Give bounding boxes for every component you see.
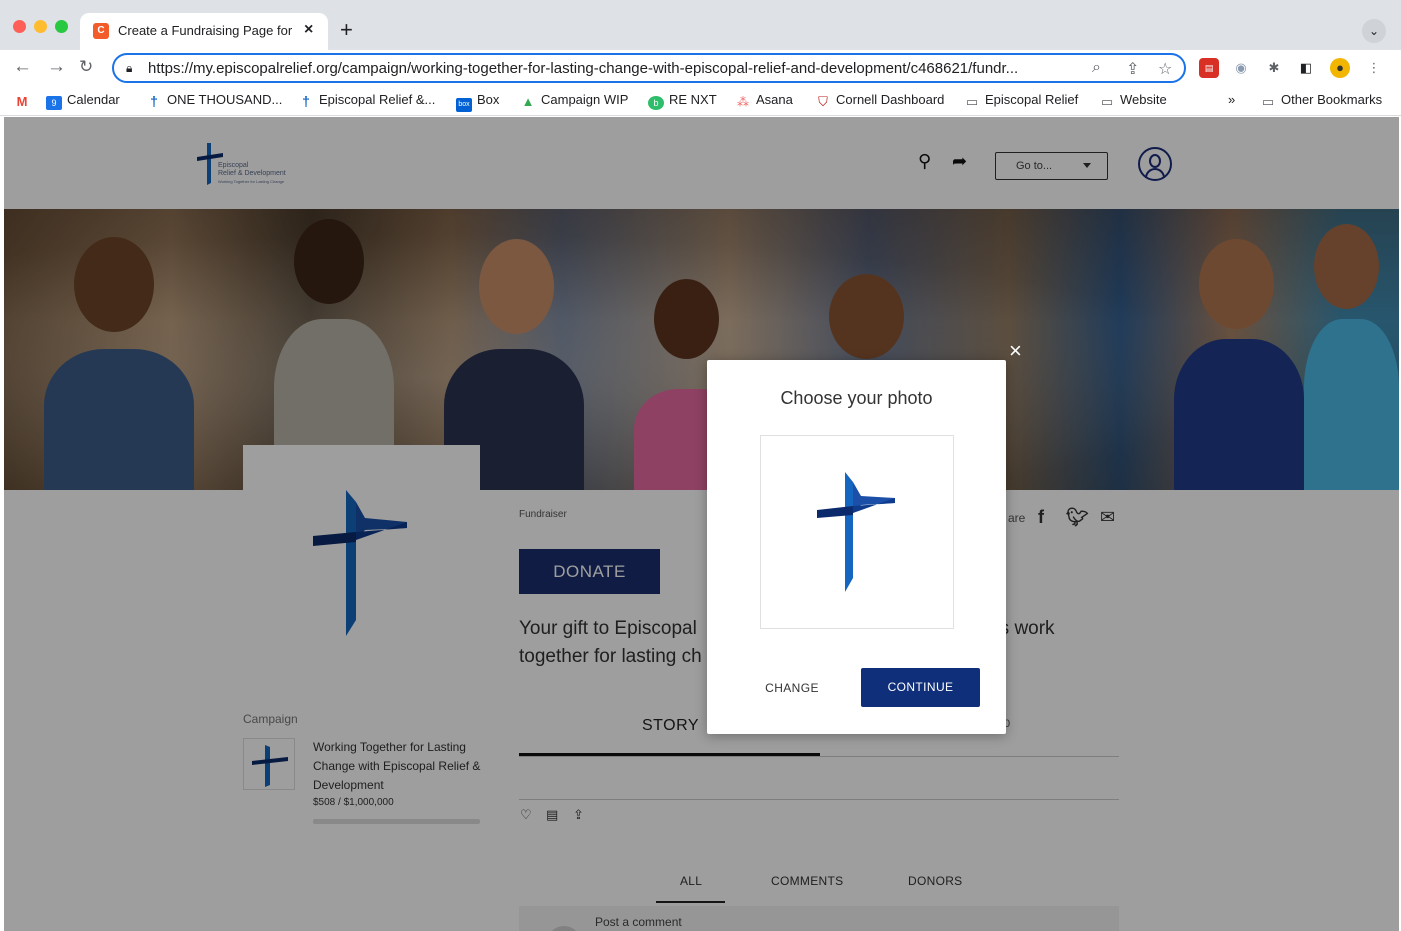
bookmark-folder-episcopal-relief[interactable]: ▭ Episcopal Relief (964, 92, 1078, 109)
modal-title: Choose your photo (780, 388, 933, 408)
bookmark-asana[interactable]: ⁂ Asana (735, 92, 793, 109)
url-text[interactable]: https://my.episcopalrelief.org/campaign/… (148, 60, 1083, 77)
page-viewport: Episcopal Relief & Development Working T… (4, 117, 1399, 931)
bookmarks-bar: M 9 Calendar † ONE THOUSAND... † Episcopal … (0, 86, 1401, 116)
drive-icon: ▲ (521, 94, 535, 109)
bookmark-campaign-wip[interactable]: ▲ Campaign WIP (520, 92, 629, 109)
folder-icon: ▭ (1100, 94, 1114, 109)
forward-arrow-icon[interactable]: → (47, 56, 66, 78)
tab-favicon-icon: C (93, 23, 109, 39)
cross-icon: † (150, 93, 158, 109)
bookmark-gmail[interactable]: M (14, 92, 35, 109)
profile-avatar-icon[interactable]: ● (1330, 58, 1350, 78)
other-bookmarks-folder[interactable]: ▭ Other Bookmarks (1260, 92, 1382, 109)
reload-icon[interactable]: ↻ (79, 57, 93, 77)
address-bar[interactable]: 🔒︎ https://my.episcopalrelief.org/campai… (112, 53, 1186, 83)
cross-icon: † (302, 93, 310, 109)
side-panel-icon[interactable]: ◧ (1296, 58, 1316, 78)
extensions-puzzle-icon[interactable]: ✱ (1264, 58, 1284, 78)
modal-backdrop[interactable] (4, 117, 1399, 931)
bookmark-folder-website[interactable]: ▭ Website (1099, 92, 1167, 109)
lock-icon: 🔒︎ (126, 61, 133, 75)
asana-icon: ⁂ (737, 95, 749, 109)
bookmark-re-nxt[interactable]: b RE NXT (648, 92, 717, 110)
grammarly-extension-icon[interactable]: ◉ (1231, 58, 1251, 78)
folder-icon: ▭ (965, 94, 979, 109)
tab-title: Create a Fundraising Page for … (118, 23, 293, 38)
shield-icon: ⛉ (818, 94, 828, 109)
share-page-icon[interactable]: ⇪ (1126, 59, 1139, 79)
box-icon: box (456, 98, 472, 112)
more-bookmarks-button[interactable]: » (1228, 92, 1235, 107)
browser-tab-active[interactable]: C Create a Fundraising Page for … × (80, 13, 328, 50)
minimize-window-button[interactable] (34, 20, 47, 33)
new-tab-button[interactable]: + (340, 19, 353, 41)
zoom-icon[interactable]: ⌕ (1092, 59, 1101, 77)
tab-search-chevron-icon[interactable]: ⌄ (1362, 19, 1386, 43)
bookmark-box[interactable]: box Box (456, 92, 499, 112)
browser-toolbar: ← → ↻ 🔒︎ https://my.episcopalrelief.org/… (0, 50, 1401, 86)
folder-icon: ▭ (1261, 94, 1275, 109)
bookmark-episcopal-relief-page[interactable]: † Episcopal Relief &... (298, 92, 435, 108)
bookmark-star-icon[interactable]: ☆ (1158, 59, 1172, 79)
choose-photo-modal: Choose your photo CHANGE CONTINUE (707, 360, 1006, 734)
cross-logo-icon (817, 472, 895, 592)
calendar-icon: 9 (46, 96, 62, 110)
tab-strip: C Create a Fundraising Page for … × + ⌄ (0, 0, 1401, 50)
close-icon[interactable]: × (1009, 340, 1022, 362)
calendar-extension-icon[interactable]: ▤ (1199, 58, 1219, 78)
browser-menu-icon[interactable]: ⋮ (1364, 58, 1384, 78)
bookmark-cornell-dashboard[interactable]: ⛉ Cornell Dashboard (815, 92, 944, 109)
bookmark-calendar[interactable]: 9 Calendar (46, 92, 120, 110)
change-photo-button[interactable]: CHANGE (756, 678, 828, 698)
continue-button[interactable]: CONTINUE (861, 668, 980, 707)
maximize-window-button[interactable] (55, 20, 68, 33)
gmail-icon: M (16, 94, 28, 109)
browser-window: C Create a Fundraising Page for … × + ⌄ … (0, 0, 1401, 931)
close-tab-icon[interactable]: × (304, 21, 313, 39)
close-window-button[interactable] (13, 20, 26, 33)
back-arrow-icon[interactable]: ← (13, 56, 32, 78)
photo-preview (760, 435, 954, 629)
bookmark-one-thousand[interactable]: † ONE THOUSAND... (146, 92, 282, 108)
re-icon: b (648, 96, 664, 110)
